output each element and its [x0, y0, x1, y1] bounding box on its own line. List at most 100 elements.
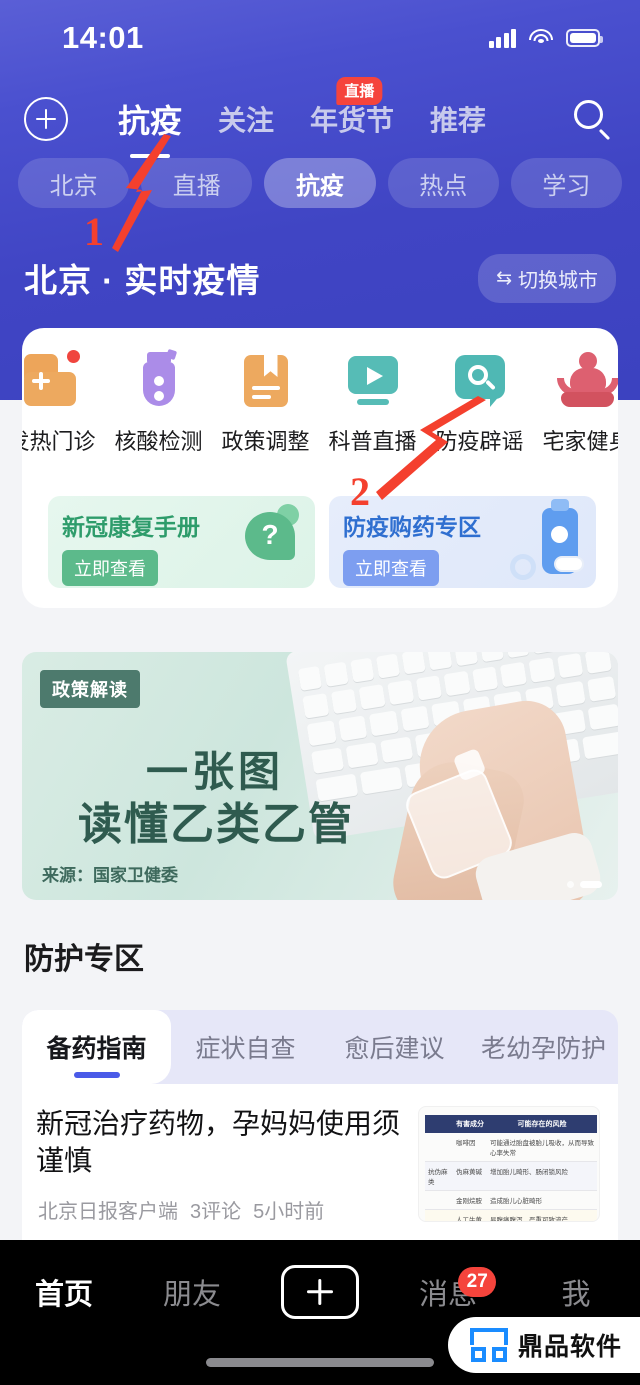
- table-cell: 金刚烷胺: [456, 1198, 482, 1205]
- banner-dot-active[interactable]: [580, 881, 602, 888]
- promo-card-medicine-zone[interactable]: 防疫购药专区 立即查看: [329, 496, 596, 588]
- table-header-cell: 可能存在的风险: [517, 1121, 567, 1128]
- service-item-policy[interactable]: 政策调整: [212, 350, 319, 478]
- table-cell: 增加胎儿畸形、肠闭锁风险: [490, 1169, 568, 1176]
- fever-clinic-icon: [22, 350, 82, 410]
- bottom-nav-home[interactable]: 首页: [0, 1271, 128, 1313]
- promo-view-button[interactable]: 立即查看: [62, 550, 158, 586]
- status-icons: [488, 28, 603, 48]
- table-cell: 伪麻黄碱: [456, 1169, 482, 1176]
- tab-symptom-check[interactable]: 症状自查: [171, 1010, 320, 1084]
- top-nav-tab-tuijian[interactable]: 推荐: [430, 99, 486, 139]
- article-meta: 北京日报客户端 3评论 5小时前: [38, 1195, 324, 1224]
- top-nav-tab-label: 年货节: [310, 105, 395, 136]
- table-cell: 易腹痛腹泻，严重可致流产: [490, 1217, 568, 1222]
- home-fitness-icon: [556, 350, 618, 410]
- city-epidemic-header: 北京 · 实时疫情 ⇆ 切换城市: [0, 248, 640, 308]
- table-row: 抗伪麻类 伪麻黄碱 增加胎儿畸形、肠闭锁风险: [425, 1162, 597, 1191]
- tab-medicine-guide[interactable]: 备药指南: [22, 1010, 171, 1084]
- article-comments: 3评论: [190, 1201, 242, 1223]
- plus-box-icon[interactable]: [281, 1265, 359, 1319]
- service-item-label: 政策调整: [221, 429, 310, 454]
- service-item-nucleic-test[interactable]: 核酸检测: [105, 348, 212, 478]
- table-cell: [425, 1191, 453, 1209]
- banner-dot[interactable]: [567, 881, 574, 888]
- table-cell: 人工牛黄: [456, 1217, 482, 1222]
- bottom-nav-me[interactable]: 我: [512, 1271, 640, 1313]
- signal-bars-icon: [488, 28, 516, 48]
- wifi-icon: [529, 29, 553, 47]
- category-chips: 北京 直播 抗疫 热点 学习: [0, 158, 640, 208]
- table-row: 咖啡因 可能通过胎盘被胎儿吸收，从而导致心率失常: [425, 1133, 597, 1162]
- top-nav-tab-nianhuojie[interactable]: 直播 年货节: [310, 77, 395, 139]
- search-icon[interactable]: [572, 98, 614, 141]
- tab-elderly-child-pregnancy[interactable]: 老幼孕防护: [469, 1010, 618, 1084]
- top-nav-tab-guanzhu[interactable]: 关注: [218, 99, 274, 139]
- chip-kangyi[interactable]: 抗疫: [264, 158, 376, 208]
- promo-title: 防疫购药专区: [343, 514, 481, 540]
- service-item-label: 发热门诊: [22, 429, 96, 454]
- swap-icon: ⇆: [496, 267, 512, 289]
- table-cell: 咖啡因: [456, 1140, 476, 1147]
- active-tab-indicator: [73, 1072, 120, 1078]
- table-cell: [425, 1210, 453, 1221]
- watermark-text: 鼎品软件: [517, 1333, 622, 1361]
- service-item-rumor-check[interactable]: 防疫辟谣: [426, 350, 533, 478]
- plus-circle-icon[interactable]: [24, 97, 68, 141]
- service-item-label: 宅家健身: [542, 429, 618, 454]
- banner-pagination-dots[interactable]: [567, 881, 602, 888]
- chip-zhibo[interactable]: 直播: [141, 158, 253, 208]
- table-row: 金刚烷胺 造成胎儿心脏畸形: [425, 1191, 597, 1210]
- chip-xuexi[interactable]: 学习: [510, 158, 623, 208]
- table-header-cell: [425, 1115, 453, 1133]
- service-item-fever-clinic[interactable]: 发热门诊: [22, 350, 105, 478]
- top-navigation: 抗疫 关注 直播 年货节 推荐: [0, 77, 640, 158]
- promo-title: 新冠康复手册: [62, 514, 200, 540]
- bottom-nav-post[interactable]: [256, 1265, 384, 1319]
- top-nav-tab-label: 推荐: [430, 105, 487, 136]
- article-title: 新冠治疗药物，孕妈妈使用须谨慎: [36, 1108, 401, 1176]
- protection-tabs: 备药指南 症状自查 愈后建议 老幼孕防护: [22, 1010, 618, 1084]
- service-item-science-live[interactable]: 科普直播: [319, 350, 426, 478]
- thumbnail-table: 有害成分 可能存在的风险 咖啡因 可能通过胎盘被胎儿吸收，从而导致心率失常 抗伪…: [425, 1115, 597, 1222]
- service-icon-row[interactable]: 发热门诊 核酸检测 政策调整 科普直播: [22, 348, 618, 478]
- page-title: 北京 · 实时疫情: [24, 262, 261, 299]
- annotation-number-1: 1: [84, 209, 104, 254]
- rumor-search-icon: [450, 350, 510, 410]
- table-row: 人工牛黄 易腹痛腹泻，严重可致流产: [425, 1210, 597, 1222]
- service-item-label: 核酸检测: [114, 429, 203, 454]
- service-item-label: 防疫辟谣: [435, 429, 524, 454]
- policy-banner[interactable]: 政策解读 一张图 读懂乙类乙管 来源：国家卫健委: [22, 652, 618, 900]
- table-cell: [425, 1133, 453, 1161]
- service-item-home-fitness[interactable]: 宅家健身: [533, 350, 618, 478]
- switch-city-button[interactable]: ⇆ 切换城市: [478, 253, 616, 303]
- watermark: 鼎品软件: [447, 1317, 640, 1373]
- status-time: 14:01: [62, 20, 144, 55]
- article-thumbnail: 有害成分 可能存在的风险 咖啡因 可能通过胎盘被胎儿吸收，从而导致心率失常 抗伪…: [418, 1106, 600, 1222]
- switch-city-label: 切换城市: [518, 269, 598, 292]
- nucleic-acid-test-icon: [129, 348, 189, 410]
- banner-source: 来源：国家卫健委: [42, 866, 178, 885]
- banner-title-line2: 读懂乙类乙管: [78, 800, 354, 849]
- table-cell: 可能通过胎盘被胎儿吸收，从而导致心率失常: [490, 1140, 594, 1157]
- chip-redian[interactable]: 热点: [387, 158, 499, 208]
- bottom-nav-friends[interactable]: 朋友: [128, 1271, 256, 1313]
- message-badge: 27: [458, 1267, 497, 1297]
- section-title-protection: 防护专区: [24, 943, 144, 976]
- promo-view-button[interactable]: 立即查看: [343, 550, 439, 586]
- article-source: 北京日报客户端: [38, 1201, 178, 1223]
- bottom-nav-messages[interactable]: 消息 27: [384, 1267, 512, 1313]
- promo-card-recovery-handbook[interactable]: 新冠康复手册 立即查看: [48, 496, 315, 588]
- tab-recovery-advice[interactable]: 愈后建议: [320, 1010, 469, 1084]
- top-nav-tab-kangyi[interactable]: 抗疫: [118, 96, 183, 158]
- top-nav-tab-label: 关注: [218, 105, 275, 136]
- article-time: 5小时前: [253, 1201, 325, 1223]
- banner-tag: 政策解读: [40, 670, 140, 708]
- phone-screen: 14:01 抗疫 关注 直播 年货节 推荐 北京 直播 抗疫 热点 学习 北京 …: [0, 0, 640, 1385]
- live-badge: 直播: [336, 77, 383, 105]
- table-header-cell: 有害成分: [456, 1121, 484, 1128]
- chip-beijing[interactable]: 北京: [18, 158, 130, 208]
- tab-label: 备药指南: [46, 1035, 147, 1063]
- top-nav-tab-label: 抗疫: [118, 103, 183, 139]
- article-list-item[interactable]: 新冠治疗药物，孕妈妈使用须谨慎 有害成分 可能存在的风险 咖啡因 可能通过胎盘被…: [22, 1084, 618, 1240]
